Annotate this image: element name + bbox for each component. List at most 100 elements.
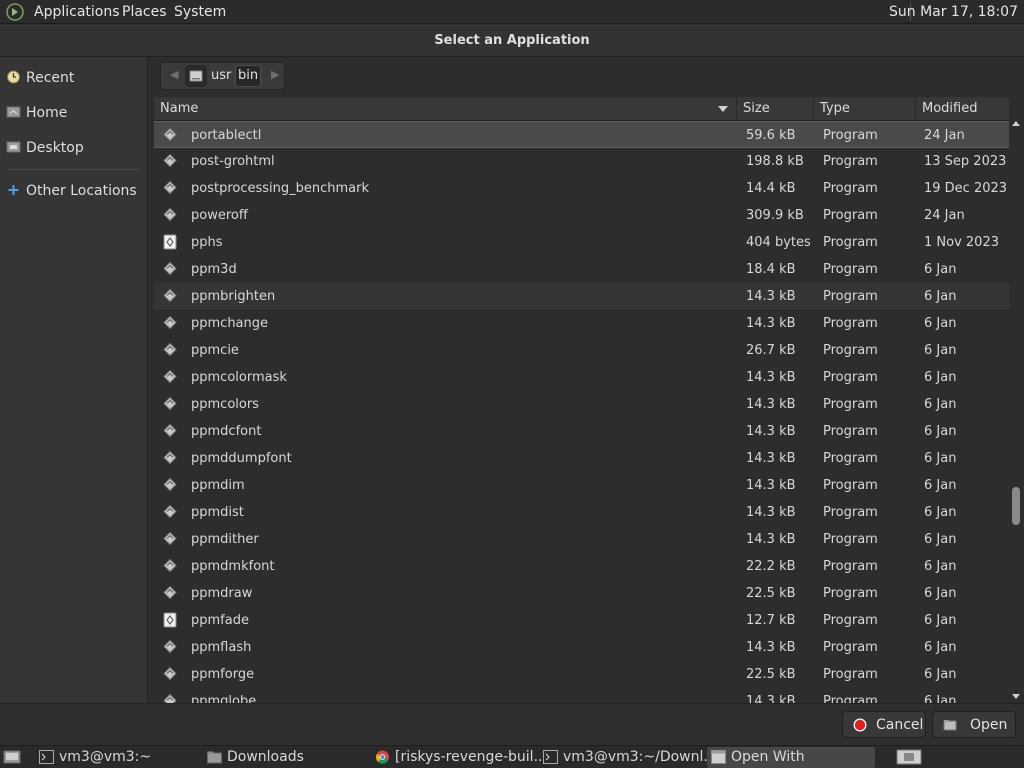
- cell-modified: 13 Sep 2023: [924, 154, 1007, 169]
- cell-modified: 6 Jan: [924, 370, 957, 385]
- cell-size: 309.9 kB: [746, 208, 804, 223]
- terminal-icon: [39, 750, 54, 764]
- chrome-icon: [376, 750, 389, 764]
- workspace-switcher-icon[interactable]: [896, 749, 922, 765]
- cell-size: 14.3 kB: [746, 640, 796, 655]
- file-row[interactable]: portablectl 59.6 kB Program 24 Jan: [154, 121, 1009, 148]
- file-row[interactable]: ppmdim 14.3 kB Program 6 Jan: [154, 472, 1009, 499]
- sidebar-item-other-locations[interactable]: Other Locations: [0, 177, 147, 205]
- cell-type: Program: [823, 181, 878, 196]
- cell-name: ppmddumpfont: [191, 451, 292, 466]
- taskbar-item-open-with[interactable]: Open With: [707, 747, 875, 768]
- cell-size: 14.3 kB: [746, 316, 796, 331]
- cell-size: 14.3 kB: [746, 532, 796, 547]
- cell-modified: 24 Jan: [924, 208, 965, 223]
- taskbar-item-terminal-home[interactable]: vm3@vm3:~: [35, 747, 195, 768]
- menu-system[interactable]: System: [174, 4, 226, 20]
- cell-name: ppmbrighten: [191, 289, 276, 304]
- file-row[interactable]: ppmddumpfont 14.3 kB Program 6 Jan: [154, 445, 1009, 472]
- sidebar-item-desktop[interactable]: Desktop: [0, 134, 147, 162]
- show-desktop-icon[interactable]: [3, 749, 21, 765]
- cell-name: postprocessing_benchmark: [191, 181, 370, 196]
- column-header-type[interactable]: Type: [814, 97, 916, 120]
- cell-name: ppmforge: [191, 667, 255, 682]
- cell-size: 14.3 kB: [746, 505, 796, 520]
- file-row[interactable]: ppmdist 14.3 kB Program 6 Jan: [154, 499, 1009, 526]
- top-panel: Applications Places System Sun Mar 17, 1…: [0, 0, 1024, 24]
- open-label: Open: [970, 717, 1008, 733]
- cell-size: 404 bytes: [746, 235, 811, 250]
- file-row[interactable]: ppmfade 12.7 kB Program 6 Jan: [154, 607, 1009, 634]
- cell-size: 14.4 kB: [746, 181, 796, 196]
- sidebar-item-label: Desktop: [26, 140, 84, 156]
- file-row[interactable]: ppmdmkfont 22.2 kB Program 6 Jan: [154, 553, 1009, 580]
- file-row[interactable]: pphs 404 bytes Program 1 Nov 2023: [154, 229, 1009, 256]
- file-row[interactable]: ppmglobe 14.3 kB Program 6 Jan: [154, 688, 1009, 703]
- column-label: Name: [160, 101, 199, 116]
- cancel-button[interactable]: Cancel: [842, 711, 926, 738]
- file-row[interactable]: ppmbrighten 14.3 kB Program 6 Jan: [154, 283, 1009, 310]
- cell-type: Program: [823, 343, 878, 358]
- column-header-size[interactable]: Size: [737, 97, 814, 120]
- column-header-modified[interactable]: Modified: [916, 97, 1009, 120]
- cell-size: 22.5 kB: [746, 667, 796, 682]
- file-row[interactable]: ppmcolors 14.3 kB Program 6 Jan: [154, 391, 1009, 418]
- window-icon: [711, 750, 726, 764]
- open-button[interactable]: Open: [932, 711, 1016, 738]
- vertical-scrollbar[interactable]: [1010, 121, 1022, 703]
- scroll-down-icon[interactable]: [1012, 694, 1020, 699]
- cell-size: 59.6 kB: [746, 128, 796, 143]
- cancel-label: Cancel: [876, 717, 924, 733]
- scroll-up-icon[interactable]: [1012, 121, 1020, 126]
- cell-type: Program: [823, 694, 878, 703]
- executable-icon: [163, 180, 177, 195]
- file-row[interactable]: ppmflash 14.3 kB Program 6 Jan: [154, 634, 1009, 661]
- cell-size: 14.3 kB: [746, 289, 796, 304]
- menu-places[interactable]: Places: [122, 4, 167, 20]
- file-row[interactable]: ppmdither 14.3 kB Program 6 Jan: [154, 526, 1009, 553]
- cell-modified: 6 Jan: [924, 316, 957, 331]
- scrollbar-thumb[interactable]: [1012, 487, 1020, 525]
- file-row[interactable]: ppmforge 22.5 kB Program 6 Jan: [154, 661, 1009, 688]
- executable-icon: [163, 639, 177, 654]
- script-icon: [163, 612, 177, 628]
- column-label: Size: [743, 101, 770, 116]
- file-row[interactable]: ppmdcfont 14.3 kB Program 6 Jan: [154, 418, 1009, 445]
- cell-size: 26.7 kB: [746, 343, 796, 358]
- file-row[interactable]: ppmcolormask 14.3 kB Program 6 Jan: [154, 364, 1009, 391]
- cell-size: 198.8 kB: [746, 154, 804, 169]
- file-row[interactable]: postprocessing_benchmark 14.4 kB Program 19…: [154, 175, 1009, 202]
- cell-name: ppmdcfont: [191, 424, 262, 439]
- executable-icon: [163, 288, 177, 303]
- file-row[interactable]: post-grohtml 198.8 kB Program 13 Sep 2023: [154, 148, 1009, 175]
- sidebar-item-recent[interactable]: Recent: [0, 64, 147, 92]
- path-segment-label: usr: [211, 68, 232, 83]
- executable-icon: [163, 531, 177, 546]
- taskbar-item-label: [riskys-revenge-buil...: [395, 749, 547, 765]
- taskbar-item-downloads[interactable]: Downloads: [203, 747, 363, 768]
- cell-name: poweroff: [191, 208, 248, 223]
- distro-logo-icon[interactable]: [6, 3, 24, 21]
- cell-type: Program: [823, 667, 878, 682]
- path-root-button[interactable]: [185, 65, 207, 87]
- path-segment-usr[interactable]: usr: [209, 65, 233, 87]
- executable-icon: [163, 369, 177, 384]
- taskbar-item-chrome[interactable]: [riskys-revenge-buil...: [371, 747, 547, 768]
- clock[interactable]: Sun Mar 17, 18:07: [889, 4, 1018, 20]
- taskbar-item-terminal-downloads[interactable]: vm3@vm3:~/Downl...: [539, 747, 717, 768]
- path-segment-bin[interactable]: bin: [235, 65, 261, 87]
- column-header-name[interactable]: Name: [154, 97, 737, 120]
- file-row[interactable]: ppmchange 14.3 kB Program 6 Jan: [154, 310, 1009, 337]
- folder-icon: [207, 751, 222, 764]
- file-row[interactable]: ppmdraw 22.5 kB Program 6 Jan: [154, 580, 1009, 607]
- sidebar-item-home[interactable]: Home: [0, 99, 147, 127]
- menu-applications[interactable]: Applications: [34, 4, 120, 20]
- path-forward-icon[interactable]: ▶: [271, 68, 279, 81]
- file-row[interactable]: poweroff 309.9 kB Program 24 Jan: [154, 202, 1009, 229]
- path-segment-label: bin: [238, 68, 259, 83]
- file-row[interactable]: ppm3d 18.4 kB Program 6 Jan: [154, 256, 1009, 283]
- cell-name: ppmfade: [191, 613, 249, 628]
- sidebar-separator: [8, 169, 140, 170]
- path-back-icon[interactable]: ◀: [170, 68, 178, 81]
- file-row[interactable]: ppmcie 26.7 kB Program 6 Jan: [154, 337, 1009, 364]
